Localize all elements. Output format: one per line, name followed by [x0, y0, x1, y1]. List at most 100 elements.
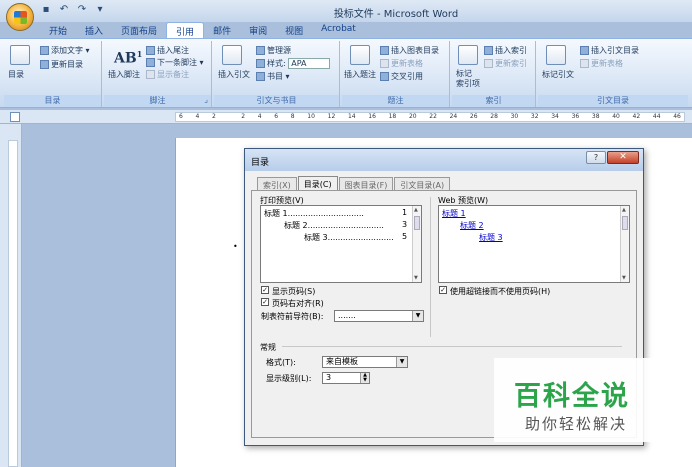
style-selector[interactable]: 样式: APA [256, 58, 331, 69]
ruler-number: 28 [490, 113, 498, 120]
scroll-down-icon[interactable]: ▼ [414, 275, 418, 281]
scroll-up-icon[interactable]: ▲ [414, 207, 418, 213]
update-index-label: 更新索引 [495, 59, 527, 68]
vertical-ruler-track [8, 140, 18, 467]
show-page-numbers-checkbox[interactable]: ✓ [261, 286, 269, 294]
tab-insert[interactable]: 插入 [76, 22, 112, 38]
ruler-number: 38 [591, 113, 600, 120]
horizontal-ruler[interactable]: 6 4 2 2 4 6 8 10 12 14 16 18 20 22 24 26 28 30 32 34 36 38 40 4… [0, 110, 692, 124]
update-table-button[interactable]: 更新表格 [380, 58, 423, 69]
close-button[interactable]: ✕ [607, 151, 639, 164]
show-levels-value: 3 [326, 373, 332, 382]
group-footnotes: AB1 插入脚注 插入尾注 下一条脚注 ▾ 显示备注 脚注 ⌟ [104, 41, 212, 107]
tab-view[interactable]: 视图 [276, 22, 312, 38]
next-footnote-icon [146, 58, 155, 67]
print-preview-heading2: 标题 2.............................. [284, 220, 402, 231]
tab-home[interactable]: 开始 [40, 22, 76, 38]
web-scroll-thumb[interactable] [622, 216, 628, 230]
style-label: 样式: [267, 59, 286, 68]
group-label-citations: 引文与书目 [214, 95, 339, 107]
tab-selector-icon[interactable] [10, 112, 20, 122]
show-levels-spinner[interactable]: 3 ▲ ▼ [322, 372, 370, 384]
footnote-dialog-launcher-icon[interactable]: ⌟ [204, 95, 208, 104]
title-bar: ▪ ↶ ↷ ▾ 投标文件 - Microsoft Word [0, 0, 692, 22]
office-button[interactable] [6, 3, 34, 31]
bibliography-button[interactable]: 书目 ▾ [256, 71, 290, 82]
group-label-footnotes: 脚注 ⌟ [104, 95, 211, 107]
cross-reference-button[interactable]: 交叉引用 [380, 71, 423, 82]
mark-entry-button[interactable]: 标记 索引项 [456, 69, 480, 89]
ruler-number: 4 [257, 113, 262, 120]
insert-citation-icon [222, 45, 242, 65]
scroll-thumb[interactable] [414, 216, 420, 230]
endnote-icon [146, 46, 155, 55]
tab-leader-label: 制表符前导符(B): [261, 312, 324, 321]
show-notes-label: 显示备注 [157, 70, 189, 79]
update-toa-icon [580, 59, 589, 68]
ribbon-tabs: 开始 插入 页面布局 引用 邮件 审阅 视图 Acrobat [40, 22, 365, 38]
ruler-number: 10 [307, 113, 315, 120]
update-toa-button[interactable]: 更新表格 [580, 58, 623, 69]
update-toc-icon [40, 60, 49, 69]
show-notes-button[interactable]: 显示备注 [146, 69, 189, 80]
tab-mailings[interactable]: 邮件 [204, 22, 240, 38]
vertical-ruler[interactable] [0, 124, 22, 467]
tab-leader-select[interactable]: ....... ▼ [334, 310, 424, 322]
ruler-number: 32 [530, 113, 539, 120]
ruler-number: 18 [388, 113, 397, 120]
ruler-number: 30 [510, 113, 519, 120]
group-label-toa: 引文目录 [538, 95, 688, 107]
print-preview-scrollbar[interactable]: ▲ ▼ [412, 206, 421, 282]
web-preview-heading2[interactable]: 标题 2 [460, 220, 484, 231]
column-divider [430, 197, 431, 337]
web-preview-heading1[interactable]: 标题 1 [442, 208, 466, 219]
formats-select[interactable]: 来自模板 ▼ [322, 356, 408, 368]
print-preview-page2: 3 [402, 220, 408, 229]
ruler-number: 36 [571, 113, 580, 120]
insert-table-of-figures-button[interactable]: 插入图表目录 [380, 45, 439, 56]
insert-index-button[interactable]: 插入索引 [484, 45, 527, 56]
ruler-number: 4 [195, 113, 200, 120]
web-preview-heading3[interactable]: 标题 3 [479, 232, 503, 243]
print-preview-heading3: 标题 3.......................... [304, 232, 402, 243]
toc-icon [10, 45, 30, 65]
help-button[interactable]: ? [586, 151, 606, 164]
ruler-number: 44 [652, 113, 661, 120]
tab-review[interactable]: 审阅 [240, 22, 276, 38]
print-preview-box: 标题 1.............................. 1 标题 … [260, 205, 422, 283]
right-align-label: 页码右对齐(R) [272, 299, 324, 308]
mark-citation-button[interactable]: 标记引文 [542, 69, 574, 80]
update-index-button[interactable]: 更新索引 [484, 58, 527, 69]
chevron-down-icon[interactable]: ▼ [412, 311, 423, 321]
insert-footnote-button[interactable]: 插入脚注 [108, 69, 140, 80]
insert-citation-button[interactable]: 插入引文 [218, 69, 250, 80]
insert-toa-button[interactable]: 插入引文目录 [580, 45, 639, 56]
toc-button[interactable]: 目录 [8, 69, 24, 80]
show-levels-label: 显示级别(L): [266, 374, 312, 383]
print-preview-heading1: 标题 1.............................. [264, 208, 410, 219]
web-scroll-down-icon[interactable]: ▼ [622, 275, 626, 281]
tab-page-layout[interactable]: 页面布局 [112, 22, 166, 38]
manage-sources-button[interactable]: 管理源 [256, 45, 291, 56]
add-text-button[interactable]: 添加文字 ▾ [40, 45, 90, 56]
footnote-icon: AB1 [114, 49, 143, 67]
web-scroll-up-icon[interactable]: ▲ [622, 207, 626, 213]
tab-acrobat[interactable]: Acrobat [312, 22, 365, 38]
insert-caption-button[interactable]: 插入题注 [344, 69, 376, 80]
web-preview-scrollbar[interactable]: ▲ ▼ [620, 206, 629, 282]
style-value[interactable]: APA [288, 58, 331, 69]
print-preview-page3: 5 [402, 232, 408, 241]
insert-endnote-button[interactable]: 插入尾注 [146, 45, 189, 56]
group-toa: 标记引文 插入引文目录 更新表格 引文目录 [538, 41, 688, 107]
formats-chevron-down-icon[interactable]: ▼ [396, 357, 407, 367]
update-table-label: 更新表格 [391, 59, 423, 68]
right-align-checkbox[interactable]: ✓ [261, 298, 269, 306]
ruler-number: 2 [241, 113, 246, 120]
use-hyperlinks-checkbox[interactable]: ✓ [439, 286, 447, 294]
ruler-number: 20 [408, 113, 417, 120]
spinner-arrows-icon[interactable]: ▲ ▼ [360, 373, 369, 383]
update-toc-button[interactable]: 更新目录 [40, 59, 83, 70]
tab-references[interactable]: 引用 [166, 22, 205, 38]
ribbon: 目录 添加文字 ▾ 更新目录 目录 AB1 插入脚注 插入尾注 下一条脚注 ▾ … [0, 38, 692, 108]
next-footnote-button[interactable]: 下一条脚注 ▾ [146, 57, 204, 68]
